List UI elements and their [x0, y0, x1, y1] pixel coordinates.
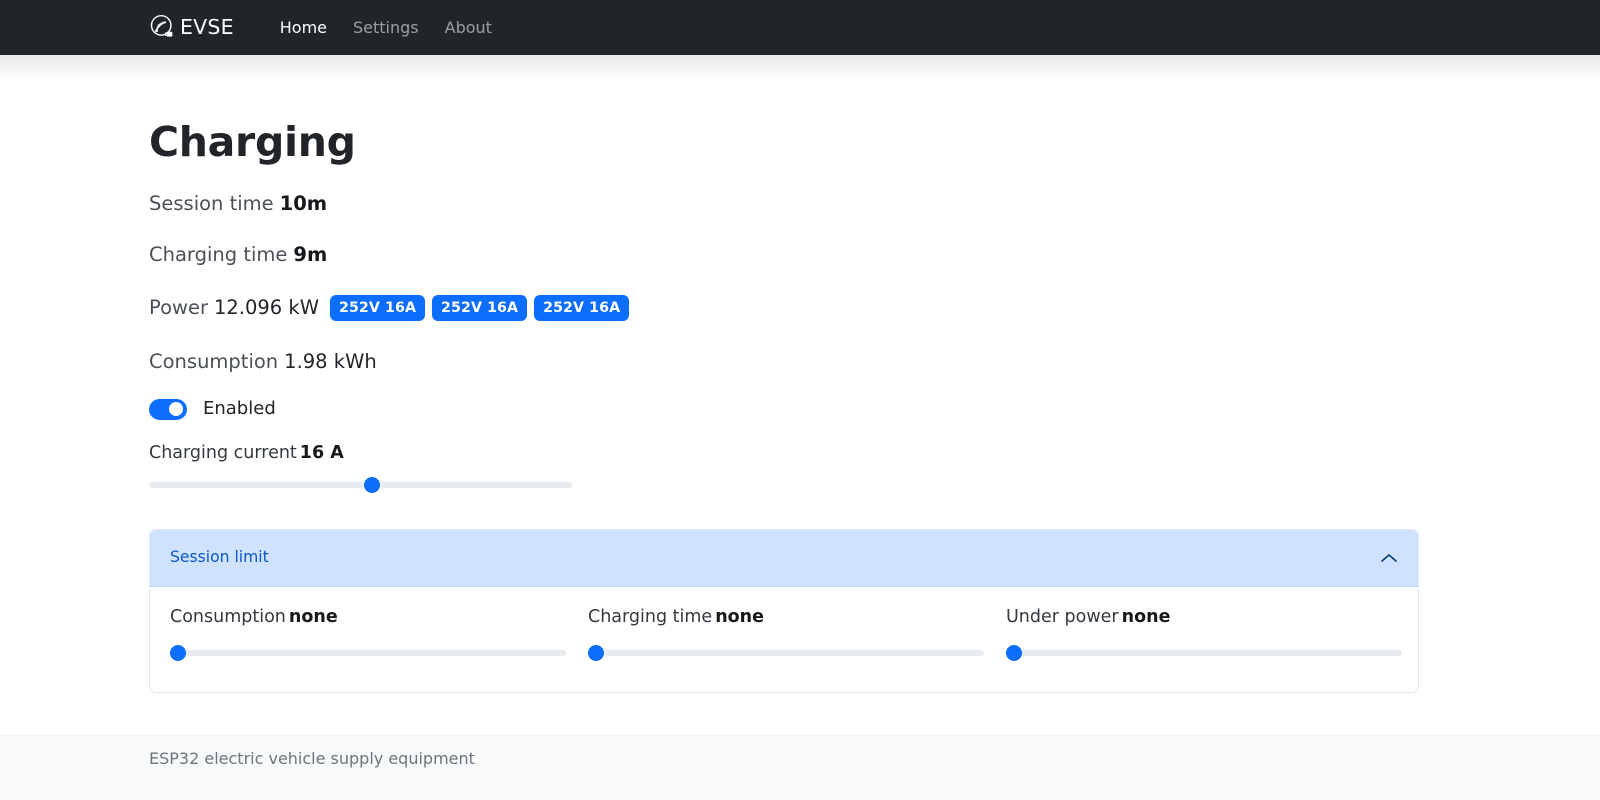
- charging-current-value: 16 A: [300, 443, 344, 463]
- consumption-label: Consumption: [149, 352, 278, 372]
- phase-badge: 252V 16A: [330, 295, 425, 321]
- slider-thumb[interactable]: [588, 645, 604, 661]
- chevron-up-icon[interactable]: [1380, 549, 1398, 568]
- consumption-row: Consumption 1.98 kWh: [149, 352, 1451, 372]
- slider-track: [1006, 650, 1402, 656]
- limit-under-power: Under powernone: [1006, 609, 1419, 662]
- charging-time-value: 9m: [293, 245, 327, 265]
- slider-thumb[interactable]: [364, 477, 380, 493]
- limit-consumption: Consumptionnone: [170, 609, 588, 662]
- session-time-value: 10m: [280, 194, 327, 214]
- page-title: Charging: [149, 122, 1451, 163]
- limit-consumption-slider[interactable]: [170, 644, 588, 662]
- limit-charging-time-slider[interactable]: [588, 644, 1006, 662]
- charging-current-label: Charging current: [149, 443, 297, 463]
- limit-consumption-value: none: [289, 607, 338, 627]
- enabled-toggle-label: Enabled: [203, 400, 276, 418]
- top-navbar: EVSE Home Settings About: [0, 0, 1600, 55]
- charging-time-label: Charging time: [149, 245, 287, 265]
- session-limit-card: Session limit Consumptionnone Chargin: [149, 529, 1419, 693]
- slider-thumb[interactable]: [1006, 645, 1022, 661]
- limit-under-power-value: none: [1122, 607, 1171, 627]
- footer-text: ESP32 electric vehicle supply equipment: [0, 736, 1600, 767]
- power-row: Power 12.096 kW 252V 16A 252V 16A 252V 1…: [149, 295, 1451, 321]
- charging-current-slider[interactable]: [149, 476, 1451, 494]
- limit-consumption-label-row: Consumptionnone: [170, 609, 588, 627]
- brand-text: EVSE: [180, 17, 234, 38]
- toggle-knob: [169, 402, 183, 416]
- main-container: Charging Session time 10m Charging time …: [0, 55, 1600, 693]
- session-limit-header[interactable]: Session limit: [150, 530, 1418, 587]
- session-limit-title: Session limit: [170, 550, 269, 566]
- slider-track: [149, 482, 572, 488]
- slider-track: [588, 650, 984, 656]
- session-limit-body: Consumptionnone Charging timenone: [150, 587, 1418, 692]
- session-time-row: Session time 10m: [149, 194, 1451, 214]
- phase-badge: 252V 16A: [534, 295, 629, 321]
- session-time-label: Session time: [149, 194, 274, 214]
- nav-link-about[interactable]: About: [432, 10, 505, 45]
- limit-charging-time-label-row: Charging timenone: [588, 609, 1006, 627]
- enabled-toggle-switch[interactable]: [149, 399, 187, 420]
- limit-charging-time-value: none: [715, 607, 764, 627]
- charging-time-row: Charging time 9m: [149, 245, 1451, 265]
- consumption-value: 1.98 kWh: [284, 352, 377, 372]
- limit-charging-time-label: Charging time: [588, 607, 712, 627]
- phase-badge: 252V 16A: [432, 295, 527, 321]
- limit-under-power-label-row: Under powernone: [1006, 609, 1419, 627]
- enable-toggle-row: Enabled: [149, 399, 1451, 420]
- slider-thumb[interactable]: [170, 645, 186, 661]
- power-value: 12.096 kW: [214, 298, 319, 318]
- slider-track: [170, 650, 566, 656]
- nav-link-settings[interactable]: Settings: [340, 10, 432, 45]
- power-label: Power: [149, 298, 208, 318]
- limit-under-power-label: Under power: [1006, 607, 1119, 627]
- nav-link-home[interactable]: Home: [267, 10, 340, 45]
- brand-link[interactable]: EVSE: [149, 14, 234, 41]
- limit-charging-time: Charging timenone: [588, 609, 1006, 662]
- evse-signal-plug-logo-icon: [149, 14, 176, 41]
- limit-under-power-slider[interactable]: [1006, 644, 1419, 662]
- page-footer: ESP32 electric vehicle supply equipment: [0, 735, 1600, 800]
- limit-consumption-label: Consumption: [170, 607, 286, 627]
- charging-current-label-row: Charging current16 A: [149, 445, 1451, 463]
- phase-badges: 252V 16A 252V 16A 252V 16A: [330, 295, 629, 321]
- nav-links: Home Settings About: [267, 10, 505, 45]
